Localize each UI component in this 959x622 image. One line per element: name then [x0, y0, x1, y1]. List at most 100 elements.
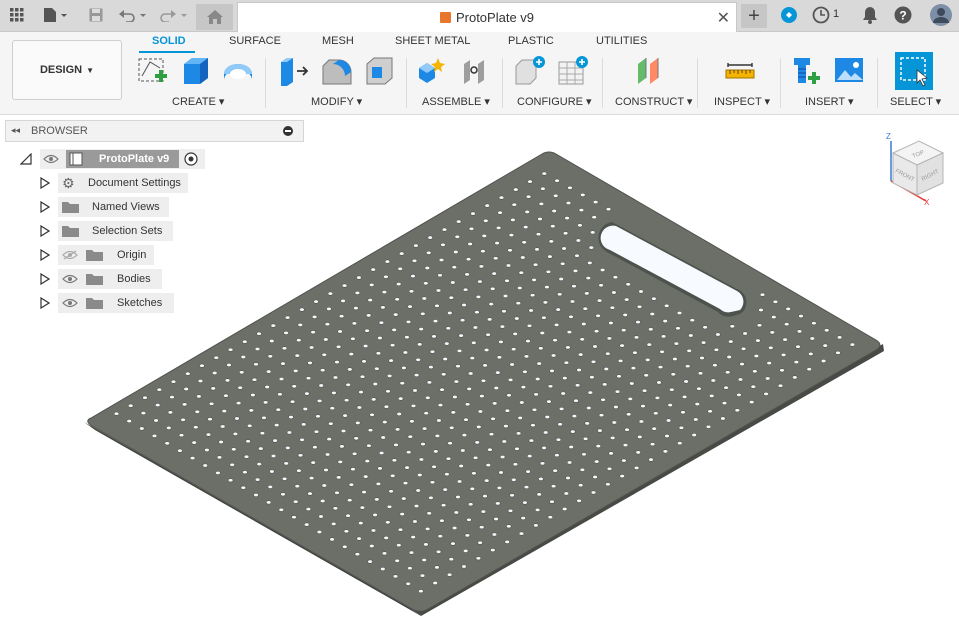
tab-utilities[interactable]: UTILITIES	[596, 35, 647, 47]
folder-icon	[86, 274, 103, 285]
configure-design-icon[interactable]	[513, 54, 547, 88]
shell-icon[interactable]	[363, 54, 397, 88]
plate-hole	[637, 434, 643, 439]
extrude-icon[interactable]	[179, 54, 213, 88]
revolve-icon[interactable]	[221, 54, 255, 88]
hidden-eye-icon[interactable]	[62, 250, 78, 260]
plate-hole	[356, 405, 363, 410]
user-avatar-icon[interactable]	[929, 4, 953, 26]
browser-item-named-views[interactable]: Named Views	[38, 197, 198, 217]
home-tab[interactable]	[196, 4, 233, 30]
select-icon[interactable]	[895, 52, 933, 90]
help-icon[interactable]: ?	[893, 4, 913, 26]
plate-hole	[435, 288, 442, 293]
plate-hole	[327, 291, 334, 296]
save-icon[interactable]	[87, 4, 105, 26]
plate-hole	[785, 306, 791, 311]
joint-icon[interactable]	[459, 54, 493, 88]
plate-hole	[427, 235, 433, 240]
browser-item-bodies[interactable]: Bodies	[38, 269, 198, 289]
expand-arrow-icon[interactable]	[40, 249, 50, 261]
group-create[interactable]: CREATE ▾	[172, 95, 224, 108]
plate-hole	[552, 468, 558, 473]
group-construct[interactable]: CONSTRUCT ▾	[615, 95, 692, 108]
close-icon[interactable]: ✕	[717, 8, 730, 28]
plate-hole	[806, 367, 812, 372]
visibility-eye-icon[interactable]	[62, 298, 78, 308]
minimize-icon[interactable]	[283, 126, 293, 136]
plate-hole	[562, 231, 569, 236]
visibility-eye-icon[interactable]	[62, 274, 78, 284]
expand-arrow-icon[interactable]	[40, 273, 50, 285]
activate-radio-icon[interactable]	[184, 152, 198, 166]
group-select[interactable]: SELECT ▾	[890, 95, 941, 108]
plate-hole	[394, 558, 400, 563]
plate-hole	[448, 295, 454, 300]
new-component-icon[interactable]	[416, 54, 450, 88]
fillet-icon[interactable]	[320, 54, 354, 88]
notifications-icon[interactable]	[860, 4, 880, 26]
plate-hole	[474, 440, 480, 445]
plate-hole	[456, 348, 463, 353]
document-tab[interactable]: ProtoPlate v9 ✕	[237, 2, 737, 32]
offset-plane-icon[interactable]	[633, 54, 667, 88]
create-sketch-icon[interactable]	[136, 54, 170, 88]
group-assemble[interactable]: ASSEMBLE ▾	[422, 95, 490, 108]
group-inspect[interactable]: INSPECT ▾	[714, 95, 770, 108]
plus-icon[interactable]: +	[741, 4, 767, 28]
tab-plastic[interactable]: PLASTIC	[508, 35, 554, 47]
group-modify[interactable]: MODIFY ▾	[311, 95, 362, 108]
browser-root-row[interactable]: ProtoPlate v9	[18, 149, 218, 169]
plate-hole	[477, 409, 484, 414]
plate-hole	[402, 481, 409, 486]
plate-hole	[369, 544, 375, 548]
browser-item-sketches[interactable]: Sketches	[38, 293, 198, 313]
browser-item-origin[interactable]: Origin	[38, 245, 198, 265]
file-icon[interactable]	[40, 4, 70, 26]
insert-canvas-icon[interactable]	[833, 54, 867, 88]
plate-hole	[444, 472, 450, 477]
measure-icon[interactable]	[723, 54, 757, 88]
expanded-arrow-icon[interactable]	[20, 153, 32, 165]
browser-item-selection-sets[interactable]: Selection Sets	[38, 221, 198, 241]
plate-hole	[439, 518, 445, 523]
view-cube[interactable]: TOP FRONT RIGHT Z X	[881, 131, 951, 207]
plate-hole	[439, 387, 445, 392]
plate-hole	[354, 290, 361, 295]
collapse-panel-icon[interactable]: ◂◂	[11, 125, 20, 136]
plate-hole	[459, 318, 466, 323]
configuration-table-icon[interactable]	[556, 54, 590, 88]
plate-hole	[475, 294, 482, 299]
browser-item-document-settings[interactable]: ⚙ Document Settings	[38, 173, 198, 193]
plate-hole	[528, 438, 535, 443]
browser-panel-header[interactable]: ◂◂ BROWSER	[5, 120, 304, 142]
tab-sheet-metal[interactable]: SHEET METAL	[395, 35, 470, 47]
plate-hole	[570, 429, 576, 434]
expand-arrow-icon[interactable]	[40, 201, 50, 213]
group-insert[interactable]: INSERT ▾	[805, 95, 854, 108]
apps-grid-icon[interactable]	[8, 4, 26, 26]
extensions-icon[interactable]	[779, 4, 799, 26]
tab-mesh[interactable]: MESH	[322, 35, 354, 47]
expand-arrow-icon[interactable]	[40, 297, 50, 309]
group-configure[interactable]: CONFIGURE ▾	[517, 95, 592, 108]
plate-hole	[342, 413, 348, 418]
plate-hole	[726, 355, 732, 359]
plate-hole	[587, 260, 593, 265]
workspace-switcher[interactable]: DESIGN ▼	[12, 40, 122, 100]
plate-hole	[329, 537, 335, 542]
tab-surface[interactable]: SURFACE	[229, 35, 281, 47]
plate-hole	[520, 255, 526, 260]
press-pull-icon[interactable]	[277, 54, 311, 88]
plate-hole	[499, 324, 506, 329]
undo-icon[interactable]	[117, 4, 149, 26]
plate-hole	[413, 373, 420, 378]
tab-solid[interactable]: SOLID	[152, 35, 186, 47]
job-status-icon[interactable]	[810, 4, 832, 26]
plate-hole	[404, 465, 410, 470]
redo-icon[interactable]	[158, 4, 190, 26]
expand-arrow-icon[interactable]	[40, 225, 50, 237]
expand-arrow-icon[interactable]	[40, 177, 50, 189]
insert-mcmaster-icon[interactable]	[790, 54, 824, 88]
visibility-eye-icon[interactable]	[43, 154, 59, 164]
